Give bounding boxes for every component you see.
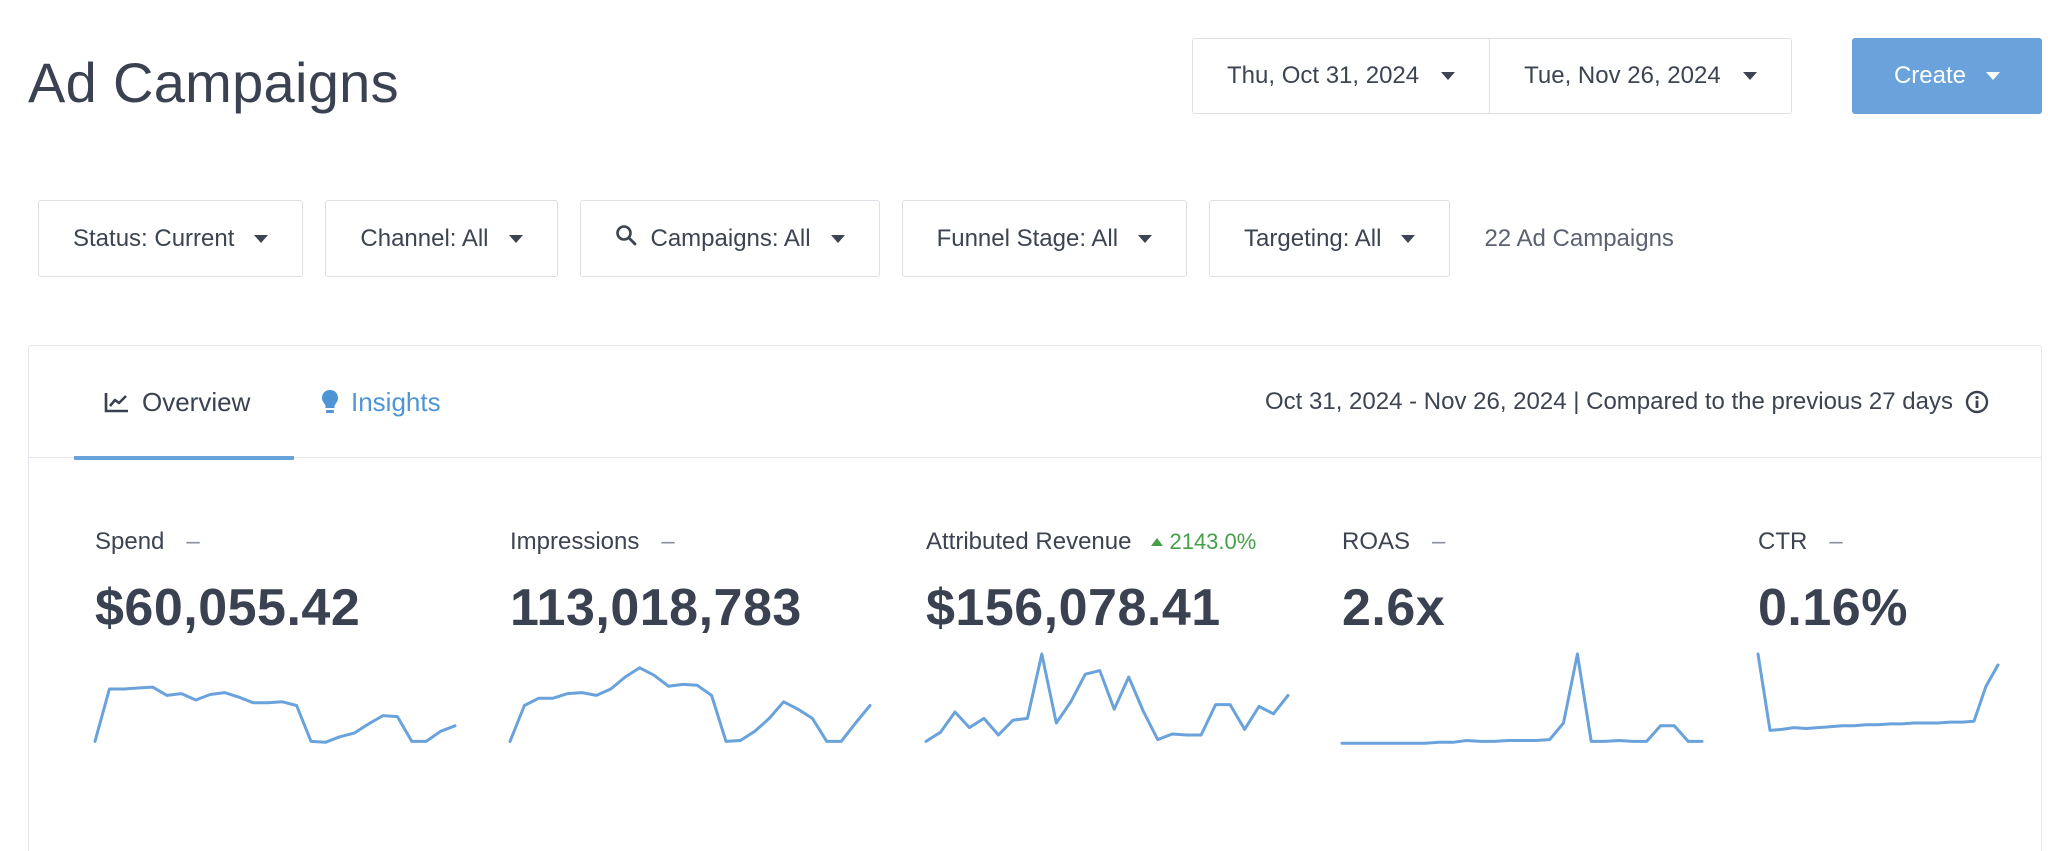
comparison-range-label: Oct 31, 2024 - Nov 26, 2024 | Compared t… [1265, 388, 1953, 415]
date-range-picker: Thu, Oct 31, 2024 Tue, Nov 26, 2024 [1192, 38, 1792, 114]
lightbulb-icon [321, 389, 339, 415]
info-icon[interactable] [1965, 390, 1989, 414]
metric-value: 113,018,783 [510, 579, 802, 637]
sparkline-line [1756, 652, 2000, 732]
chevron-down-icon [254, 234, 269, 243]
impressions-sparkline [508, 650, 872, 750]
attributed-revenue-sparkline [924, 650, 1290, 750]
metric-change-dash: – [186, 528, 200, 555]
metric-change-value: 2143.0% [1169, 529, 1257, 554]
metric-ctr: CTR – 0.16% [1758, 528, 1908, 638]
metric-roas: ROAS – 2.6x [1342, 528, 1445, 638]
filter-bar: Status: Current Channel: All Campaigns: … [38, 200, 1674, 277]
start-date-button[interactable]: Thu, Oct 31, 2024 [1193, 39, 1489, 113]
page: Ad Campaigns Thu, Oct 31, 2024 Tue, Nov … [0, 0, 2048, 851]
status-filter-label: Status: Current [73, 224, 235, 252]
chevron-down-icon [830, 234, 845, 243]
funnel-stage-filter[interactable]: Funnel Stage: All [901, 200, 1188, 277]
campaign-count: 22 Ad Campaigns [1484, 224, 1674, 252]
campaigns-filter[interactable]: Campaigns: All [579, 200, 880, 277]
tab-insights[interactable]: Insights [321, 346, 441, 458]
search-icon [615, 224, 637, 253]
tab-insights-label: Insights [351, 386, 441, 417]
metric-value: 0.16% [1758, 579, 1908, 637]
funnel-stage-filter-label: Funnel Stage: All [936, 224, 1119, 252]
chevron-down-icon [1742, 72, 1757, 80]
chevron-down-icon [508, 234, 523, 243]
status-filter[interactable]: Status: Current [38, 200, 304, 277]
metric-change-dash: – [661, 528, 675, 555]
metric-name: ROAS [1342, 528, 1411, 555]
line-chart-icon [104, 391, 130, 413]
sparkline-svg [508, 666, 872, 743]
metric-name: Attributed Revenue [926, 528, 1132, 555]
chevron-down-icon [1138, 234, 1153, 243]
metric-value: $60,055.42 [95, 579, 361, 637]
metric-name: Spend [95, 528, 165, 555]
sparkline-svg [1756, 652, 2000, 732]
ctr-sparkline [1756, 650, 2000, 750]
metric-name: CTR [1758, 528, 1808, 555]
sparkline-line [924, 652, 1290, 743]
sparkline-line [93, 685, 457, 744]
sparkline-line [1340, 652, 1704, 745]
metric-label: Attributed Revenue 2143.0% [926, 528, 1256, 556]
metric-change-dash: – [1432, 528, 1446, 555]
sparkline-line [508, 666, 872, 743]
metric-value: $156,078.41 [926, 579, 1221, 637]
tabs-bar: Overview Insights Oct 31, 2024 - Nov 26,… [29, 346, 2041, 460]
metric-label: CTR – [1758, 528, 1908, 556]
channel-filter-label: Channel: All [360, 224, 489, 252]
sparkline-svg [924, 652, 1290, 743]
metric-impressions: Impressions – 113,018,783 [510, 528, 802, 638]
metric-value: 2.6x [1342, 579, 1446, 637]
chevron-down-icon [1401, 234, 1416, 243]
sparkline-svg [1340, 652, 1704, 745]
metric-change-dash: – [1829, 528, 1843, 555]
metric-change: 2143.0% [1151, 529, 1256, 554]
targeting-filter[interactable]: Targeting: All [1209, 200, 1451, 277]
chevron-down-icon [1441, 72, 1456, 80]
metric-attributed-revenue: Attributed Revenue 2143.0% $156,078.41 [926, 528, 1256, 638]
end-date-label: Tue, Nov 26, 2024 [1524, 62, 1721, 89]
tab-overview[interactable]: Overview [74, 346, 294, 460]
metric-name: Impressions [510, 528, 640, 555]
metric-label: ROAS – [1342, 528, 1445, 556]
tab-overview-label: Overview [142, 386, 251, 417]
roas-sparkline [1340, 650, 1704, 750]
create-label: Create [1893, 62, 1967, 89]
sparkline-svg [93, 685, 457, 744]
channel-filter[interactable]: Channel: All [325, 200, 558, 277]
targeting-filter-label: Targeting: All [1244, 224, 1382, 252]
up-arrow-icon [1151, 538, 1164, 546]
metric-label: Impressions – [510, 528, 802, 556]
spend-sparkline [93, 650, 457, 750]
campaigns-filter-label: Campaigns: All [650, 224, 811, 252]
start-date-label: Thu, Oct 31, 2024 [1227, 62, 1420, 89]
page-title: Ad Campaigns [28, 51, 399, 114]
create-button[interactable]: Create [1852, 38, 2042, 114]
metric-spend: Spend – $60,055.42 [95, 528, 360, 638]
chevron-down-icon [1986, 72, 2001, 80]
metric-label: Spend – [95, 528, 360, 556]
end-date-button[interactable]: Tue, Nov 26, 2024 [1489, 39, 1791, 113]
comparison-range: Oct 31, 2024 - Nov 26, 2024 | Compared t… [1265, 346, 1989, 458]
